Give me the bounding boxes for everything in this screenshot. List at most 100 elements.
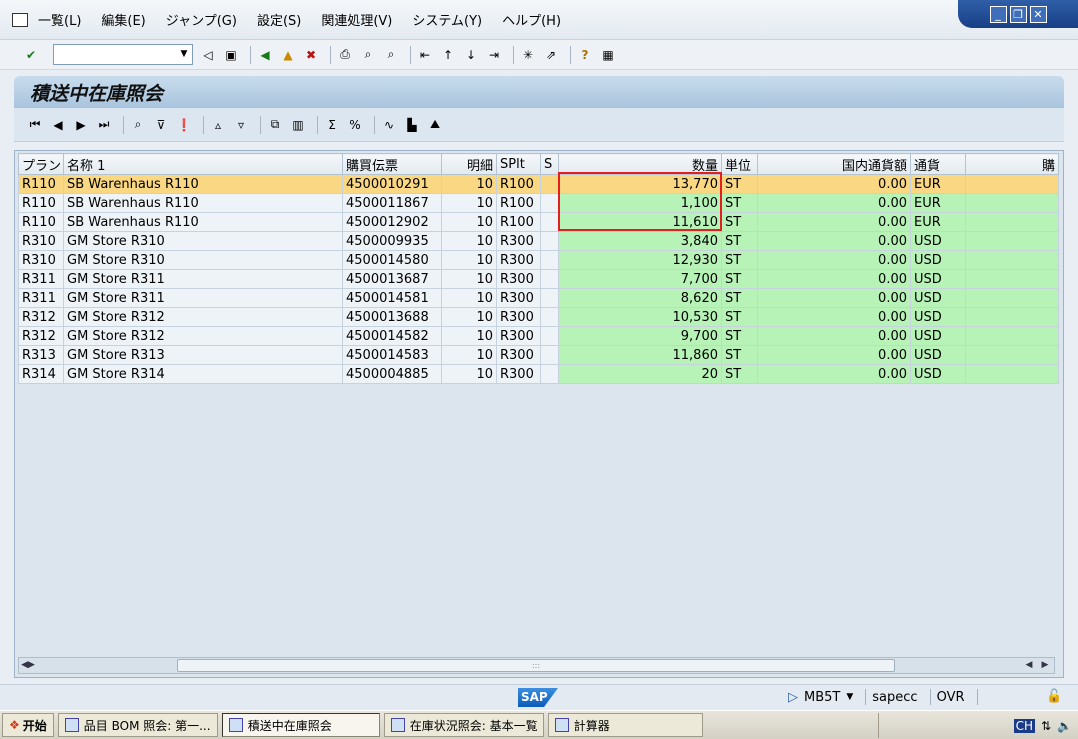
- chevron-down-icon[interactable]: ▼: [176, 45, 192, 64]
- table-cell[interactable]: ST: [721, 307, 758, 327]
- table-cell[interactable]: USD: [910, 288, 966, 308]
- network-icon[interactable]: ⇅: [1041, 719, 1051, 733]
- new-session-icon[interactable]: ✳: [519, 46, 537, 64]
- enter-check-icon[interactable]: ✔: [22, 46, 40, 64]
- lock-icon[interactable]: 🔓: [1046, 689, 1062, 705]
- table-cell[interactable]: 4500009935: [342, 231, 442, 251]
- table-cell[interactable]: 3,840: [558, 231, 722, 251]
- column-header[interactable]: 購: [965, 153, 1059, 175]
- table-cell[interactable]: 0.00: [757, 345, 911, 365]
- table-cell[interactable]: R100: [496, 212, 541, 232]
- horizontal-scrollbar[interactable]: ◀▶ ::: ◀ ▶: [18, 657, 1055, 674]
- abc-analysis-icon[interactable]: ⛰: [426, 116, 444, 134]
- table-cell[interactable]: R100: [496, 174, 541, 194]
- table-cell[interactable]: 0.00: [757, 193, 911, 213]
- table-cell[interactable]: SB Warenhaus R110: [63, 212, 343, 232]
- table-cell[interactable]: [540, 269, 559, 289]
- next-page-icon[interactable]: ↓: [462, 46, 480, 64]
- close-icon[interactable]: ✕: [1029, 5, 1047, 23]
- first-page-icon[interactable]: ⇤: [416, 46, 434, 64]
- table-cell[interactable]: USD: [910, 326, 966, 346]
- table-row[interactable]: R110 SB Warenhaus R110 4500010291 10 R100 13,…: [18, 174, 1059, 194]
- column-header[interactable]: プラン: [18, 153, 64, 175]
- column-header[interactable]: 購買伝票: [342, 153, 442, 175]
- table-cell[interactable]: ST: [721, 174, 758, 194]
- column-header[interactable]: 国内通貨額: [757, 153, 911, 175]
- prev-row-icon[interactable]: ◀: [49, 116, 67, 134]
- table-row[interactable]: R312 GM Store R312 4500014582 10 R300 9,700 ST…: [18, 326, 1059, 346]
- chevron-down-icon[interactable]: ▼: [846, 692, 853, 702]
- table-cell[interactable]: 11,860: [558, 345, 722, 365]
- next-row-icon[interactable]: ▶: [72, 116, 90, 134]
- table-cell[interactable]: 4500014581: [342, 288, 442, 308]
- table-cell[interactable]: USD: [910, 345, 966, 365]
- table-cell[interactable]: 4500014580: [342, 250, 442, 270]
- table-cell[interactable]: R310: [18, 231, 64, 251]
- table-cell[interactable]: R312: [18, 307, 64, 327]
- table-cell[interactable]: 10: [441, 269, 497, 289]
- table-cell[interactable]: USD: [910, 250, 966, 270]
- table-cell[interactable]: R310: [18, 250, 64, 270]
- table-cell[interactable]: [965, 250, 1059, 270]
- cancel-icon[interactable]: ✖: [302, 46, 320, 64]
- layout-icon[interactable]: ▥: [289, 116, 307, 134]
- table-cell[interactable]: [965, 174, 1059, 194]
- table-cell[interactable]: ST: [721, 288, 758, 308]
- table-cell[interactable]: 0.00: [757, 326, 911, 346]
- table-cell[interactable]: R110: [18, 174, 64, 194]
- table-cell[interactable]: [965, 345, 1059, 365]
- scroll-right-icon[interactable]: ▶: [1038, 658, 1052, 673]
- table-cell[interactable]: [540, 193, 559, 213]
- table-cell[interactable]: R300: [496, 269, 541, 289]
- table-cell[interactable]: 10: [441, 288, 497, 308]
- table-cell[interactable]: EUR: [910, 193, 966, 213]
- menu-edit[interactable]: 編集(E): [101, 10, 145, 29]
- table-cell[interactable]: 10: [441, 345, 497, 365]
- table-cell[interactable]: 0.00: [757, 174, 911, 194]
- table-cell[interactable]: GM Store R310: [63, 231, 343, 251]
- table-cell[interactable]: [540, 174, 559, 194]
- window-menu-icon[interactable]: [12, 12, 28, 27]
- menu-help[interactable]: ヘルプ(H): [502, 10, 561, 29]
- table-cell[interactable]: R312: [18, 326, 64, 346]
- export-icon[interactable]: ⧉: [266, 116, 284, 134]
- info-icon[interactable]: ❗: [175, 116, 193, 134]
- table-cell[interactable]: 9,700: [558, 326, 722, 346]
- table-cell[interactable]: EUR: [910, 212, 966, 232]
- taskbar-item[interactable]: 品目 BOM 照会: 第一...: [57, 713, 218, 737]
- table-cell[interactable]: 13,770: [558, 174, 722, 194]
- table-cell[interactable]: [965, 231, 1059, 251]
- table-row[interactable]: R110 SB Warenhaus R110 4500012902 10 R100 11,…: [18, 212, 1059, 232]
- table-cell[interactable]: ST: [721, 326, 758, 346]
- table-cell[interactable]: 12,930: [558, 250, 722, 270]
- table-cell[interactable]: ST: [721, 364, 758, 384]
- table-cell[interactable]: ST: [721, 212, 758, 232]
- table-cell[interactable]: 1,100: [558, 193, 722, 213]
- back-icon[interactable]: ◀: [256, 46, 274, 64]
- graphic-icon[interactable]: ∿: [380, 116, 398, 134]
- restore-icon[interactable]: ❐: [1009, 5, 1027, 23]
- sort-ascending-icon[interactable]: ▵: [209, 116, 227, 134]
- table-cell[interactable]: 4500011867: [342, 193, 442, 213]
- scrollbar-thumb[interactable]: :::: [177, 659, 895, 672]
- table-cell[interactable]: R300: [496, 307, 541, 327]
- table-cell[interactable]: GM Store R311: [63, 269, 343, 289]
- scroll-left-icon[interactable]: ◀▶: [21, 658, 35, 673]
- table-cell[interactable]: [965, 288, 1059, 308]
- table-cell[interactable]: 10: [441, 250, 497, 270]
- table-cell[interactable]: R300: [496, 231, 541, 251]
- table-cell[interactable]: 11,610: [558, 212, 722, 232]
- save-icon[interactable]: ▣: [222, 46, 240, 64]
- table-cell[interactable]: R300: [496, 364, 541, 384]
- table-cell[interactable]: [540, 326, 559, 346]
- table-row[interactable]: R310 GM Store R310 4500014580 10 R300 12,930 S…: [18, 250, 1059, 270]
- table-cell[interactable]: [540, 345, 559, 365]
- taskbar-item[interactable]: 在庫状況照会: 基本一覧: [383, 713, 544, 737]
- table-cell[interactable]: 4500014582: [342, 326, 442, 346]
- table-cell[interactable]: USD: [910, 231, 966, 251]
- layout-menu-icon[interactable]: ▦: [599, 46, 617, 64]
- find-next-icon[interactable]: ⌕: [382, 46, 400, 64]
- table-cell[interactable]: 10: [441, 174, 497, 194]
- filter-icon[interactable]: ⊽: [152, 116, 170, 134]
- table-cell[interactable]: 10: [441, 193, 497, 213]
